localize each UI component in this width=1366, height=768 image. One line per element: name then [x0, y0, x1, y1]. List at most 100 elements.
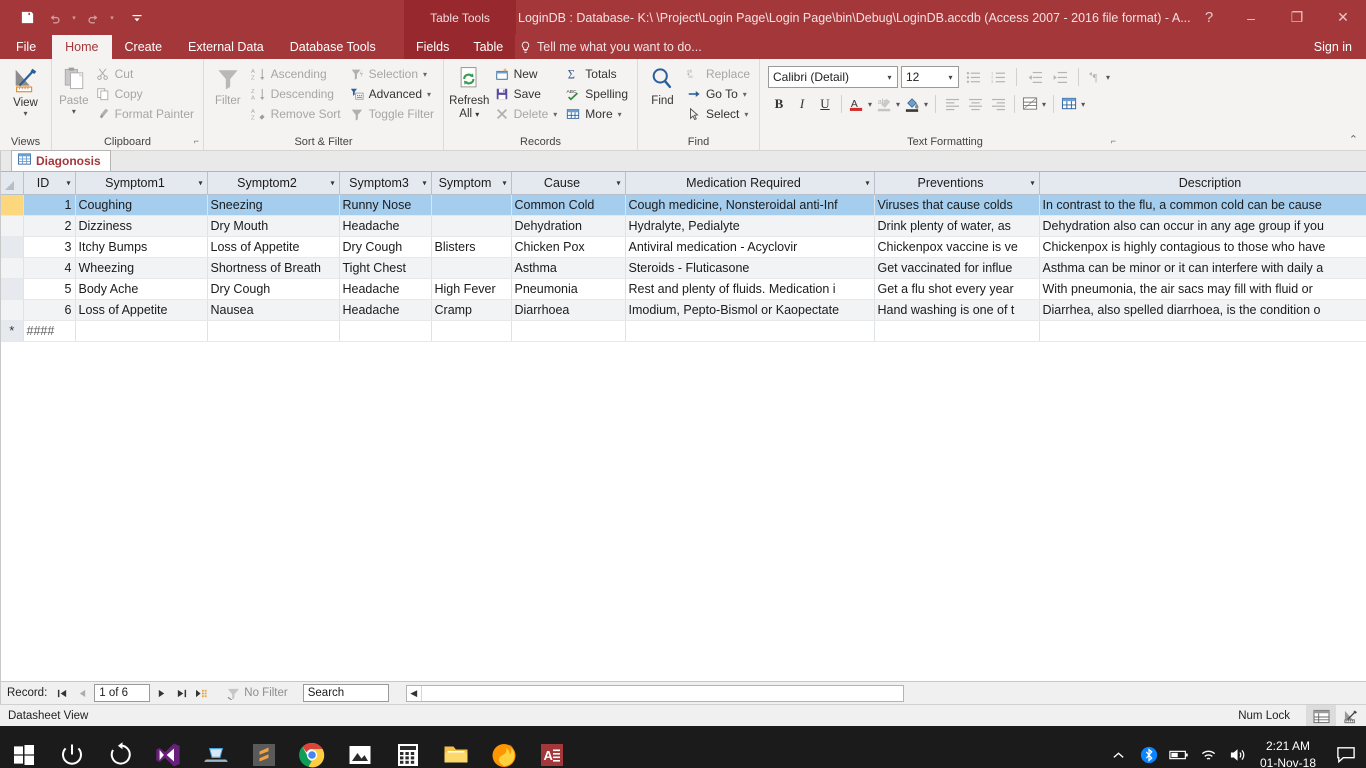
wifi-icon[interactable]: [1194, 726, 1224, 768]
row-selector[interactable]: [1, 236, 24, 258]
column-header-symptom2[interactable]: Symptom2 ▾: [207, 172, 340, 195]
cell-symptom2[interactable]: Shortness of Breath: [207, 257, 340, 279]
cell-symptom4[interactable]: High Fever: [431, 278, 512, 300]
bullet-list-button[interactable]: [962, 66, 984, 88]
font-color-button[interactable]: A ▾: [847, 93, 874, 115]
cell-description[interactable]: Dehydration also can occur in any age gr…: [1039, 215, 1366, 237]
selection-caret[interactable]: ▾: [423, 70, 427, 79]
next-record-button[interactable]: [153, 685, 170, 702]
row-selector[interactable]: [1, 278, 24, 300]
background-color-button[interactable]: ▾: [903, 93, 930, 115]
new-record-button[interactable]: New: [490, 64, 562, 84]
tell-me-search[interactable]: Tell me what you want to do...: [520, 35, 702, 59]
refresh-all-button[interactable]: Refresh All ▾: [449, 62, 490, 121]
cell-symptom3[interactable]: Tight Chest: [339, 257, 432, 279]
column-header-preventions-caret[interactable]: ▾: [1030, 178, 1034, 187]
align-right-button[interactable]: [987, 93, 1009, 115]
restart-button[interactable]: [96, 726, 144, 768]
cell-preventions[interactable]: Chickenpox vaccine is ve: [874, 236, 1040, 258]
go-to-button[interactable]: Go To ▾: [682, 84, 754, 104]
tab-external-data[interactable]: External Data: [175, 35, 277, 59]
tab-home[interactable]: Home: [52, 35, 112, 59]
column-header-symptom4[interactable]: Symptom ▾: [431, 172, 512, 195]
file-explorer-icon[interactable]: [432, 726, 480, 768]
remote-desktop-icon[interactable]: [192, 726, 240, 768]
remove-sort-button[interactable]: AZ Remove Sort: [247, 104, 345, 124]
column-header-cause-caret[interactable]: ▾: [616, 178, 620, 187]
cell-symptom3-new[interactable]: [339, 320, 432, 342]
table-row[interactable]: 3 Itchy Bumps Loss of Appetite Dry Cough…: [1, 236, 1366, 258]
gridlines-button[interactable]: ▾: [1059, 93, 1087, 115]
cell-symptom1[interactable]: Loss of Appetite: [75, 299, 208, 321]
cell-symptom4[interactable]: [431, 194, 512, 216]
selection-button[interactable]: Selection ▾: [345, 64, 438, 84]
font-name-caret[interactable]: ▾: [882, 73, 897, 82]
cell-symptom1-new[interactable]: [75, 320, 208, 342]
cut-button[interactable]: Cut: [91, 64, 198, 84]
spelling-button[interactable]: ABC Spelling: [561, 84, 632, 104]
cell-symptom2[interactable]: Dry Mouth: [207, 215, 340, 237]
cell-cause[interactable]: Common Cold: [511, 194, 626, 216]
more-button[interactable]: More ▾: [561, 104, 632, 124]
alternate-row-caret[interactable]: ▾: [1040, 100, 1048, 109]
search-input[interactable]: Search: [302, 684, 389, 702]
sort-descending-button[interactable]: ZA Descending: [247, 84, 345, 104]
row-selector[interactable]: [1, 299, 24, 321]
cell-cause[interactable]: Chicken Pox: [511, 236, 626, 258]
help-button[interactable]: ?: [1190, 0, 1228, 35]
font-size-combo[interactable]: 12 ▾: [901, 66, 959, 88]
google-chrome-icon[interactable]: [288, 726, 336, 768]
cell-symptom2[interactable]: Loss of Appetite: [207, 236, 340, 258]
text-direction-caret[interactable]: ▾: [1104, 73, 1112, 82]
document-tab-diagonosis[interactable]: Diagonosis: [11, 150, 111, 171]
copy-button[interactable]: Copy: [91, 84, 198, 104]
filter-status[interactable]: No Filter: [227, 687, 288, 700]
close-button[interactable]: ✕: [1320, 0, 1366, 35]
cell-medication[interactable]: Steroids - Fluticasone: [625, 257, 875, 279]
cell-preventions[interactable]: Get a flu shot every year: [874, 278, 1040, 300]
clipboard-dialog-launcher[interactable]: ⌐: [194, 134, 199, 149]
customize-qat-icon[interactable]: [124, 6, 150, 30]
visual-studio-icon[interactable]: [144, 726, 192, 768]
undo-dropdown-icon[interactable]: ▾: [70, 6, 78, 30]
collapse-ribbon-button[interactable]: ⌃: [1349, 133, 1358, 146]
cell-symptom2[interactable]: Dry Cough: [207, 278, 340, 300]
column-header-medication[interactable]: Medication Required ▾: [625, 172, 875, 195]
background-color-caret[interactable]: ▾: [922, 100, 930, 109]
table-row[interactable]: 4 Wheezing Shortness of Breath Tight Che…: [1, 257, 1366, 279]
cell-preventions[interactable]: Get vaccinated for influe: [874, 257, 1040, 279]
find-button[interactable]: Find: [643, 62, 682, 108]
column-header-id-caret[interactable]: ▾: [66, 178, 70, 187]
numbered-list-button[interactable]: 123: [987, 66, 1009, 88]
paste-button[interactable]: Paste ▾: [57, 62, 91, 116]
alternate-row-color-button[interactable]: ▾: [1020, 93, 1048, 115]
advanced-button[interactable]: Advanced ▾: [345, 84, 438, 104]
current-record-box[interactable]: 1 of 6: [94, 684, 151, 702]
view-button[interactable]: View ▾: [5, 62, 46, 118]
cell-medication[interactable]: Hydralyte, Pedialyte: [625, 215, 875, 237]
table-row[interactable]: 6 Loss of Appetite Nausea Headache Cramp…: [1, 299, 1366, 321]
calculator-icon[interactable]: [384, 726, 432, 768]
gridlines-caret[interactable]: ▾: [1079, 100, 1087, 109]
cell-symptom1[interactable]: Wheezing: [75, 257, 208, 279]
cell-cause[interactable]: Diarrhoea: [511, 299, 626, 321]
cell-symptom3[interactable]: Headache: [339, 299, 432, 321]
cell-symptom4[interactable]: [431, 257, 512, 279]
text-direction-button[interactable]: ¶ ▾: [1086, 66, 1112, 88]
volume-icon[interactable]: [1224, 726, 1254, 768]
tab-file[interactable]: File: [0, 35, 52, 59]
font-size-caret[interactable]: ▾: [943, 73, 958, 82]
cell-id[interactable]: 6: [23, 299, 76, 321]
save-record-button[interactable]: Save: [490, 84, 562, 104]
table-row[interactable]: 1 Coughing Sneezing Runny Nose Common Co…: [1, 194, 1366, 216]
row-selector[interactable]: [1, 257, 24, 279]
format-painter-button[interactable]: Format Painter: [91, 104, 198, 124]
first-record-button[interactable]: [54, 685, 71, 702]
show-hidden-icons-chevron[interactable]: [1104, 726, 1134, 768]
increase-indent-button[interactable]: [1049, 66, 1071, 88]
cell-symptom2[interactable]: Sneezing: [207, 194, 340, 216]
redo-icon[interactable]: [80, 6, 106, 30]
highlight-caret[interactable]: ▾: [894, 100, 902, 109]
cell-medication[interactable]: Cough medicine, Nonsteroidal anti-Inf: [625, 194, 875, 216]
datasheet-view-button[interactable]: [1306, 705, 1336, 727]
